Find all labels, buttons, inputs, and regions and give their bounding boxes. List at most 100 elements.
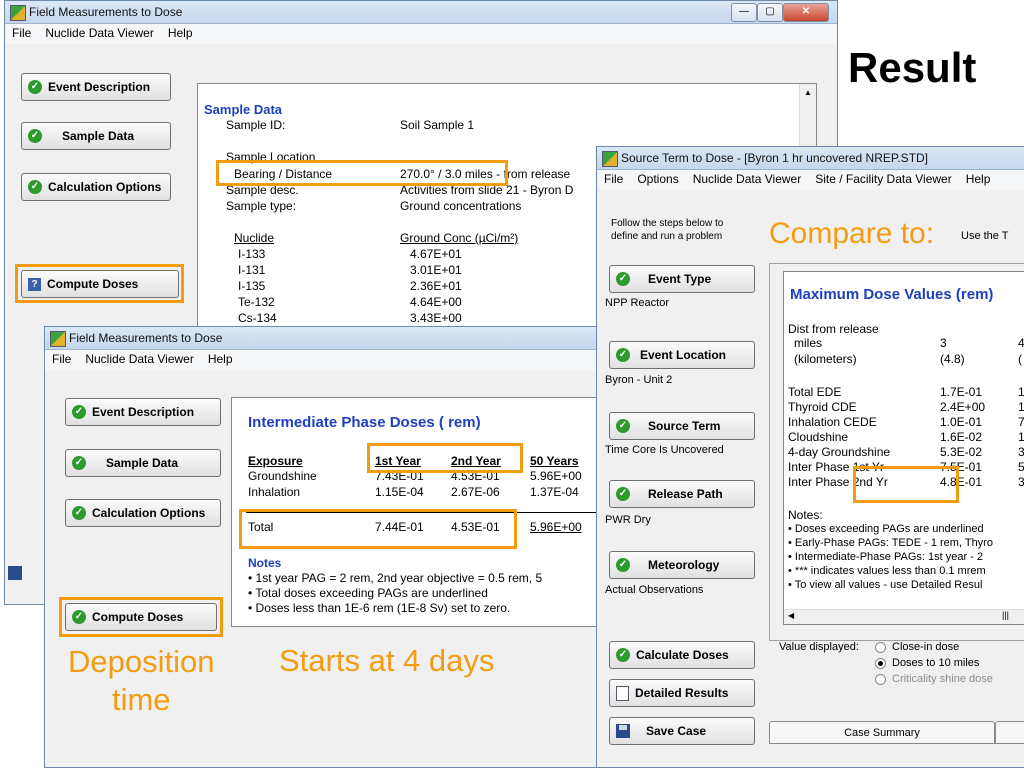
horizontal-scrollbar[interactable]: ◀ |||	[784, 609, 1024, 624]
menu-help[interactable]: Help	[201, 350, 240, 368]
save-case-button[interactable]: Save Case	[609, 717, 755, 745]
menu-bar: File Options Nuclide Data Viewer Site / Fac…	[597, 170, 1024, 190]
results-pane: Maximum Dose Values (rem) Dist from rele…	[783, 271, 1024, 625]
window-title: Field Measurements to Dose	[69, 331, 223, 345]
window-title: Source Term to Dose - [Byron 1 hr uncove…	[621, 151, 929, 165]
detailed-results-button[interactable]: Detailed Results	[609, 679, 755, 707]
meteorology-value: Actual Observations	[605, 584, 704, 596]
check-icon: ✓	[616, 648, 630, 662]
radio-button-icon[interactable]	[875, 657, 886, 669]
title-bar[interactable]: Source Term to Dose - [Byron 1 hr uncove…	[597, 147, 1024, 170]
menu-help[interactable]: Help	[959, 170, 998, 188]
close-button[interactable]: ✕	[783, 3, 829, 22]
tab-case-summary[interactable]: Case Summary	[769, 721, 995, 743]
note-line: • Total doses exceeding PAGs are underli…	[248, 586, 488, 600]
nuclide-conc: 3.43E+00	[410, 311, 462, 325]
check-icon: ✓	[72, 456, 86, 470]
result-row-value-col2: 1	[1018, 430, 1024, 444]
starts-at-caption: Starts at 4 days	[279, 643, 495, 678]
menu-nuclide-data-viewer[interactable]: Nuclide Data Viewer	[686, 170, 809, 188]
radio-button-icon[interactable]	[875, 641, 886, 653]
check-icon: ✓	[28, 80, 42, 94]
maximize-button[interactable]: ▢	[757, 3, 783, 22]
source-term-button[interactable]: ✓ Source Term	[609, 412, 755, 440]
menu-file[interactable]: File	[5, 24, 38, 42]
button-label: Save Case	[646, 724, 707, 738]
menu-nuclide-data-viewer[interactable]: Nuclide Data Viewer	[38, 24, 161, 42]
slide-heading: Result	[848, 44, 977, 91]
scroll-grip-icon[interactable]: |||	[1002, 610, 1009, 620]
nuclide-name: I-135	[238, 279, 266, 293]
event-type-value: NPP Reactor	[605, 297, 669, 309]
menu-nuclide-data-viewer[interactable]: Nuclide Data Viewer	[78, 350, 201, 368]
radio-doses-to-10-miles[interactable]: Doses to 10 miles	[875, 657, 979, 669]
tab-next[interactable]	[995, 721, 1024, 743]
event-location-value: Byron - Unit 2	[605, 374, 673, 386]
results-heading: Maximum Dose Values (rem)	[790, 286, 994, 303]
minimize-button[interactable]: —	[731, 3, 757, 22]
radio-criticality-shine-dose[interactable]: Criticality shine dose	[875, 673, 993, 685]
radio-button-icon[interactable]	[875, 673, 886, 685]
sample-label: Sample ID:	[226, 118, 286, 132]
release-path-button[interactable]: ✓ Release Path	[609, 480, 755, 508]
nuclide-conc: 4.64E+00	[410, 295, 462, 309]
button-label: Release Path	[648, 487, 723, 501]
sample-label: Sample type:	[226, 199, 297, 213]
result-row-label: Thyroid CDE	[788, 400, 857, 414]
result-row-value-col2: 5	[1018, 460, 1024, 474]
menu-file[interactable]: File	[45, 350, 78, 368]
event-description-button[interactable]: ✓ Event Description	[65, 398, 221, 426]
highlight-compute-doses	[59, 597, 223, 637]
source-term-window: Source Term to Dose - [Byron 1 hr uncove…	[596, 146, 1024, 768]
event-type-button[interactable]: ✓ Event Type	[609, 265, 755, 293]
result-row-value: 2.4E+00	[940, 400, 986, 414]
scroll-left-arrow-icon[interactable]: ◀	[788, 611, 794, 620]
sample-data-button[interactable]: ✓ Sample Data	[65, 449, 221, 477]
scroll-up-arrow-icon[interactable]: ▲	[800, 88, 816, 97]
title-bar[interactable]: Field Measurements to Dose — ▢ ✕	[5, 1, 837, 24]
menu-file[interactable]: File	[597, 170, 630, 188]
row-total-50: 5.96E+00	[530, 520, 582, 534]
event-description-button[interactable]: ✓ Event Description	[21, 73, 171, 101]
calculation-options-button[interactable]: ✓ Calculation Options	[21, 173, 171, 201]
event-location-button[interactable]: ✓ Event Location	[609, 341, 755, 369]
result-row-label: Inhalation CEDE	[788, 415, 877, 429]
result-row-label: 4-day Groundshine	[788, 445, 891, 459]
check-icon: ✓	[72, 506, 86, 520]
button-label: Calculate Doses	[636, 648, 729, 662]
dist-label: Dist from release	[788, 322, 879, 336]
radio-close-in-dose[interactable]: Close-in dose	[875, 641, 959, 653]
result-row-label: Cloudshine	[788, 430, 849, 444]
check-icon: ✓	[616, 487, 630, 501]
window-title: Field Measurements to Dose	[29, 5, 183, 19]
km-value-col2: (	[1018, 352, 1022, 366]
title-bar[interactable]: Field Measurements to Dose	[45, 327, 599, 350]
sample-data-button[interactable]: ✓ Sample Data	[21, 122, 171, 150]
result-row-value-col2: 1	[1018, 385, 1024, 399]
menu-help[interactable]: Help	[161, 24, 200, 42]
meteorology-button[interactable]: ✓ Meteorology	[609, 551, 755, 579]
radio-label: Close-in dose	[892, 641, 960, 653]
menu-site-facility-data-viewer[interactable]: Site / Facility Data Viewer	[808, 170, 959, 188]
highlight-compute-doses	[15, 264, 184, 303]
row-groundshine-label: Groundshine	[248, 469, 317, 483]
use-the-text: Use the T	[961, 230, 1009, 242]
result-row-value: 1.0E-01	[940, 415, 983, 429]
check-icon: ✓	[72, 405, 86, 419]
button-label: Calculation Options	[48, 180, 162, 194]
km-value: (4.8)	[940, 352, 965, 366]
row-inhalation-50: 1.37E-04	[530, 485, 579, 499]
ground-conc-header: Ground Conc (µCi/m²)	[400, 231, 519, 245]
miles-label: miles	[794, 336, 823, 350]
nuclide-name: I-133	[238, 247, 266, 261]
check-icon: ✓	[616, 558, 630, 572]
miles-value-col2: 4	[1018, 336, 1024, 350]
value-displayed-label: Value displayed:	[779, 641, 859, 653]
calculation-options-button[interactable]: ✓ Calculation Options	[65, 499, 221, 527]
button-label: Event Type	[648, 272, 712, 286]
calculate-doses-button[interactable]: ✓ Calculate Doses	[609, 641, 755, 669]
tab-baseline	[769, 743, 1024, 744]
menu-options[interactable]: Options	[630, 170, 685, 188]
result-row-value: 1.7E-01	[940, 385, 983, 399]
nuclide-conc: 4.67E+01	[410, 247, 462, 261]
